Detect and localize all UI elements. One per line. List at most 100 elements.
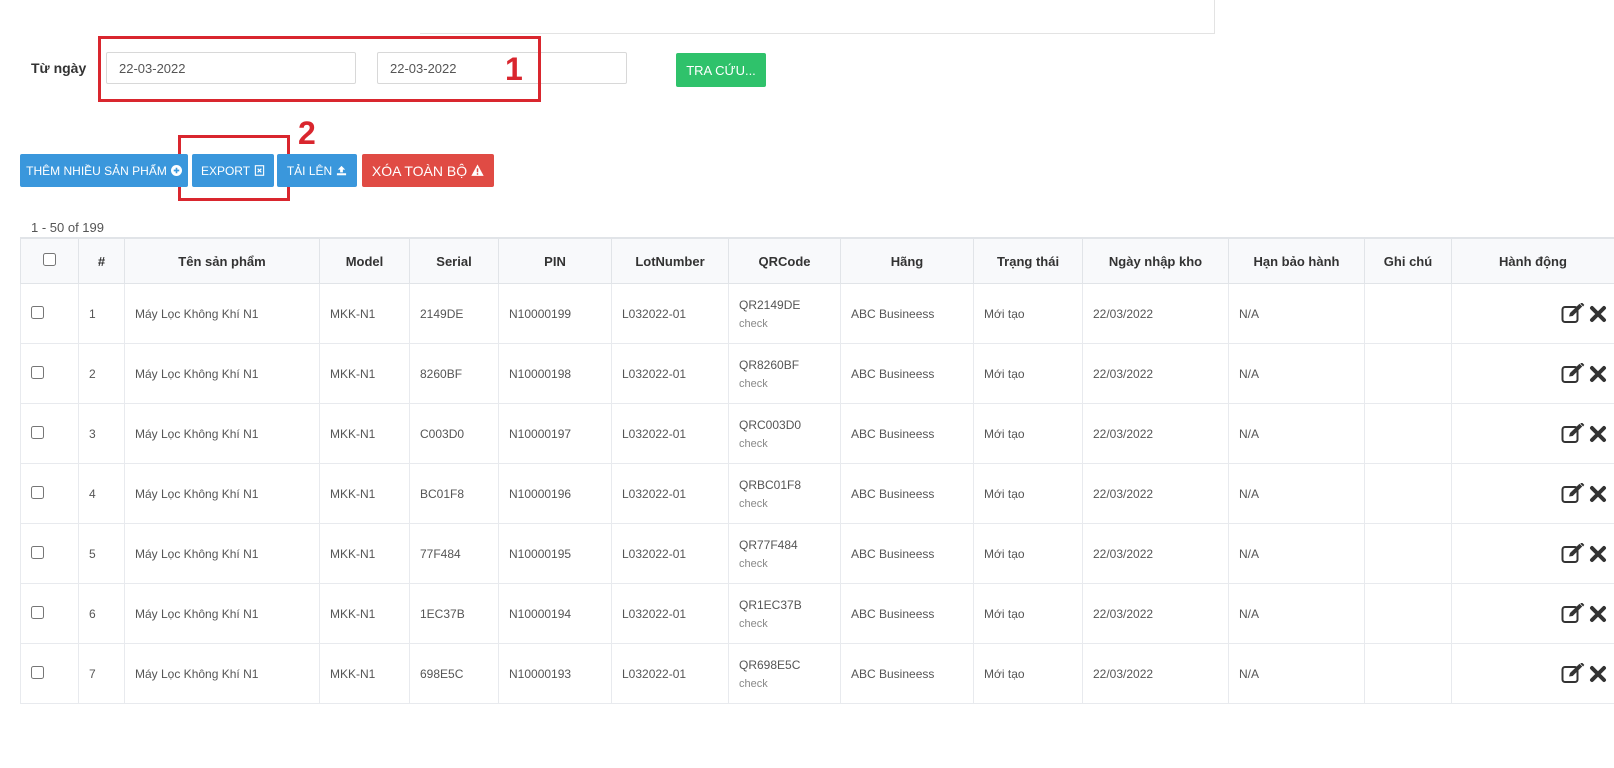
product-qrcode: QR2149DE: [739, 297, 801, 312]
product-qrcode-cell: QR8260BF check: [728, 343, 841, 404]
product-lotnumber: L032022-01: [611, 283, 729, 344]
product-qrcode-cell: QR1EC37B check: [728, 583, 841, 644]
table-row: 5 Máy Lọc Không Khí N1 MKK-N1 77F484 N10…: [20, 523, 1614, 584]
close-icon[interactable]: [1589, 425, 1607, 443]
product-name: Máy Lọc Không Khí N1: [124, 343, 320, 404]
annotation-number-1: 1: [505, 51, 523, 87]
qrcode-check-link[interactable]: check: [739, 378, 839, 390]
edit-icon[interactable]: [1561, 483, 1585, 504]
close-icon[interactable]: [1589, 485, 1607, 503]
product-pin: N10000199: [498, 283, 612, 344]
row-actions-cell: [1451, 343, 1614, 404]
product-serial: 8260BF: [409, 343, 499, 404]
product-note: [1364, 523, 1452, 584]
row-actions-cell: [1451, 403, 1614, 464]
close-icon[interactable]: [1589, 365, 1607, 383]
edit-icon[interactable]: [1561, 543, 1585, 564]
product-name: Máy Lọc Không Khí N1: [124, 403, 320, 464]
row-checkbox[interactable]: [31, 425, 44, 439]
product-status: Mới tạo: [973, 403, 1083, 464]
product-brand: ABC Busineess: [840, 643, 974, 704]
product-brand: ABC Busineess: [840, 403, 974, 464]
product-warranty: N/A: [1228, 403, 1365, 464]
row-actions-cell: [1451, 583, 1614, 644]
row-checkbox[interactable]: [31, 305, 44, 319]
row-number: 5: [78, 523, 125, 584]
export-label: EXPORT: [200, 163, 251, 178]
product-qrcode-cell: QR698E5C check: [728, 643, 841, 704]
product-brand: ABC Busineess: [840, 343, 974, 404]
edit-icon[interactable]: [1561, 303, 1585, 324]
close-icon[interactable]: [1589, 305, 1607, 323]
row-checkbox[interactable]: [31, 365, 44, 379]
product-serial: C003D0: [409, 403, 499, 464]
product-lotnumber: L032022-01: [611, 463, 729, 524]
col-header-no: #: [78, 237, 125, 284]
qrcode-check-link[interactable]: check: [739, 558, 839, 570]
add-many-products-label: THÊM NHIỀU SẢN PHẨM: [26, 163, 167, 178]
product-model: MKK-N1: [319, 343, 410, 404]
row-checkbox[interactable]: [31, 545, 44, 559]
product-status: Mới tạo: [973, 643, 1083, 704]
select-all-cell: [20, 237, 79, 284]
close-icon[interactable]: [1589, 665, 1607, 683]
row-number: 6: [78, 583, 125, 644]
product-note: [1364, 283, 1452, 344]
product-warranty: N/A: [1228, 463, 1365, 524]
product-qrcode: QR698E5C: [739, 657, 801, 672]
row-number: 1: [78, 283, 125, 344]
col-header-qrcode: QRCode: [728, 237, 841, 284]
row-checkbox[interactable]: [31, 605, 44, 619]
edit-icon[interactable]: [1561, 423, 1585, 444]
product-pin: N10000197: [498, 403, 612, 464]
row-checkbox[interactable]: [31, 485, 44, 499]
product-qrcode: QR1EC37B: [739, 597, 802, 612]
upload-icon: [337, 165, 347, 176]
row-select-cell: [20, 583, 79, 644]
table-row: 6 Máy Lọc Không Khí N1 MKK-N1 1EC37B N10…: [20, 583, 1614, 644]
search-button[interactable]: TRA CỨU...: [676, 53, 766, 87]
qrcode-check-link[interactable]: check: [739, 618, 839, 630]
product-status: Mới tạo: [973, 463, 1083, 524]
qrcode-check-link[interactable]: check: [739, 678, 839, 690]
row-actions-cell: [1451, 643, 1614, 704]
product-name: Máy Lọc Không Khí N1: [124, 523, 320, 584]
annotation-box-1: [98, 36, 541, 102]
row-checkbox[interactable]: [31, 665, 44, 679]
upload-button[interactable]: TẢI LÊN: [277, 154, 357, 187]
product-note: [1364, 583, 1452, 644]
product-serial: 698E5C: [409, 643, 499, 704]
table-row: 4 Máy Lọc Không Khí N1 MKK-N1 BC01F8 N10…: [20, 463, 1614, 524]
product-pin: N10000193: [498, 643, 612, 704]
product-pin: N10000196: [498, 463, 612, 524]
product-warranty: N/A: [1228, 343, 1365, 404]
qrcode-check-link[interactable]: check: [739, 438, 839, 450]
product-pin: N10000194: [498, 583, 612, 644]
select-all-checkbox[interactable]: [43, 253, 56, 266]
edit-icon[interactable]: [1561, 663, 1585, 684]
plus-circle-icon: [170, 165, 182, 176]
edit-icon[interactable]: [1561, 363, 1585, 384]
product-serial: 77F484: [409, 523, 499, 584]
row-actions-cell: [1451, 523, 1614, 584]
col-header-name: Tên sản phẩm: [124, 237, 320, 284]
product-name: Máy Lọc Không Khí N1: [124, 583, 320, 644]
product-pin: N10000198: [498, 343, 612, 404]
product-model: MKK-N1: [319, 643, 410, 704]
qrcode-check-link[interactable]: check: [739, 318, 839, 330]
table-header-row: # Tên sản phẩm Model Serial PIN LotNumbe…: [20, 237, 1614, 284]
close-icon[interactable]: [1589, 605, 1607, 623]
add-many-products-button[interactable]: THÊM NHIỀU SẢN PHẨM: [20, 154, 188, 187]
row-actions-cell: [1451, 283, 1614, 344]
product-note: [1364, 643, 1452, 704]
row-actions-cell: [1451, 463, 1614, 524]
product-serial: 2149DE: [409, 283, 499, 344]
delete-all-button[interactable]: XÓA TOÀN BỘ: [362, 154, 494, 187]
close-icon[interactable]: [1589, 545, 1607, 563]
from-date-label: Từ ngày: [31, 60, 87, 76]
edit-icon[interactable]: [1561, 603, 1585, 624]
product-status: Mới tạo: [973, 283, 1083, 344]
export-button[interactable]: EXPORT: [192, 154, 274, 187]
annotation-number-2: 2: [298, 115, 316, 151]
qrcode-check-link[interactable]: check: [739, 498, 839, 510]
